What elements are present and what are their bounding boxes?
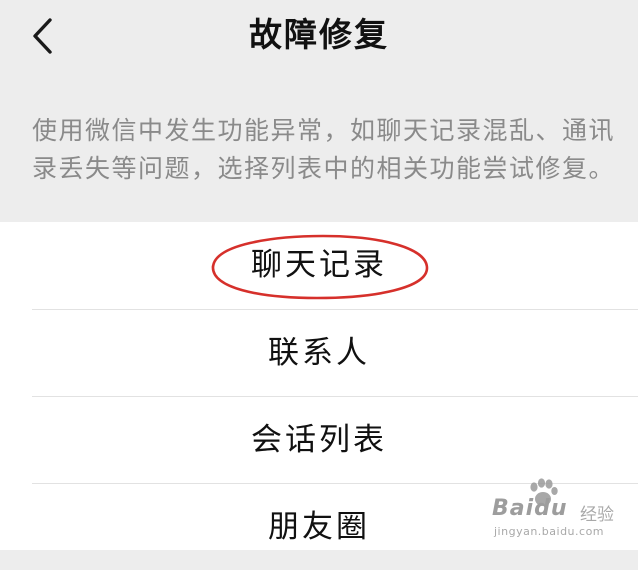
- navigation-bar: 故障修复: [0, 0, 638, 80]
- list-item-moments[interactable]: 朋友圈: [0, 484, 638, 570]
- description-text: 使用微信中发生功能异常，如聊天记录混乱、通讯录丢失等问题，选择列表中的相关功能尝…: [32, 116, 616, 183]
- list-item-chat-history[interactable]: 聊天记录: [0, 222, 638, 308]
- list-item-chat-list[interactable]: 会话列表: [0, 397, 638, 483]
- list-item-contacts[interactable]: 联系人: [0, 310, 638, 396]
- repair-options-list: 聊天记录 联系人 会话列表 朋友圈: [0, 222, 638, 550]
- page-title: 故障修复: [249, 15, 389, 54]
